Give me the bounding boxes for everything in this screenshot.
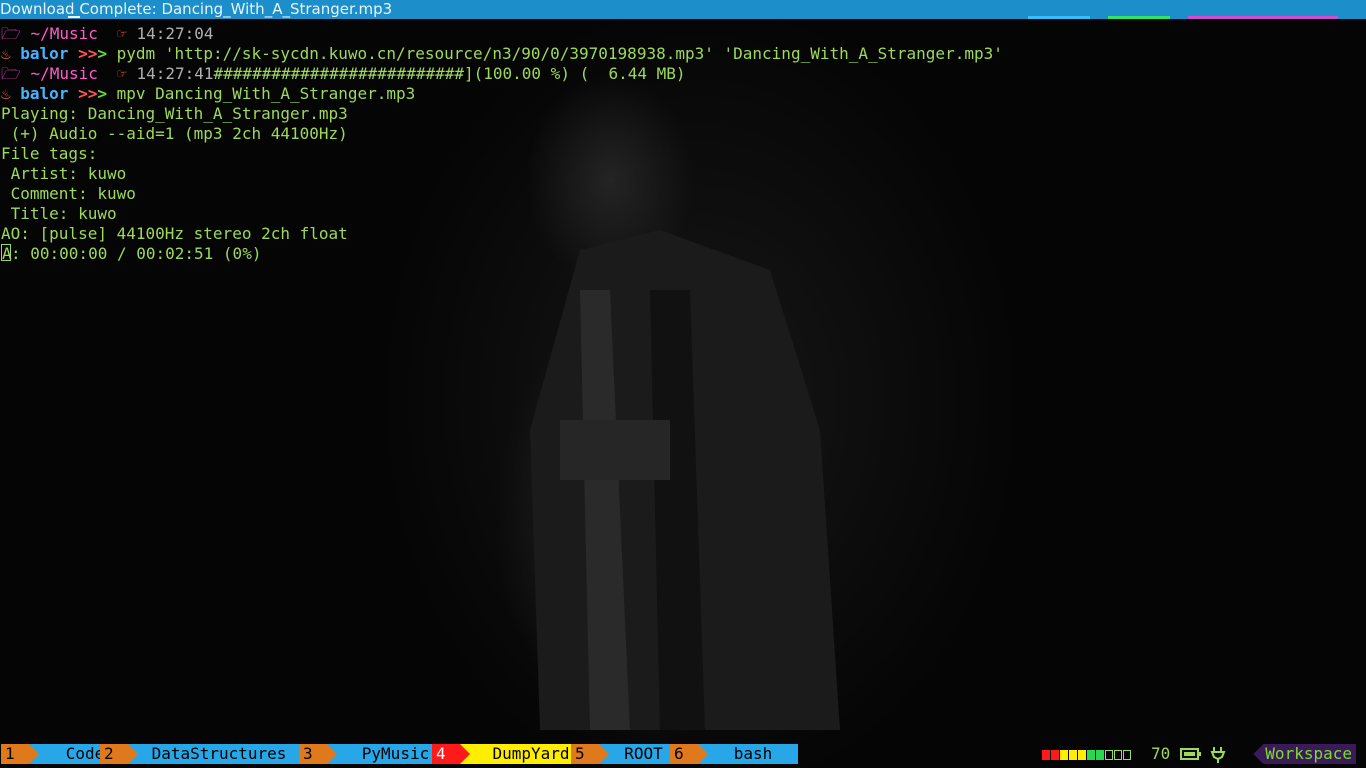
folder-icon: 🗁 — [1, 64, 21, 83]
prompt-time: 14:27:41 — [136, 64, 214, 83]
prompt-user: balor — [20, 84, 69, 103]
output-line: File tags: — [1, 144, 98, 163]
workspace-separator — [599, 744, 609, 764]
folder-icon: 🗁 — [1, 24, 21, 43]
playback-status: : 00:00:00 / 00:02:51 (0%) — [11, 244, 262, 263]
workspace-tab-root[interactable]: 5 ROOT — [571, 744, 678, 764]
flame-icon: ♨ — [1, 44, 11, 63]
title-underline — [68, 16, 80, 18]
workspace-tab-bash[interactable]: 6 bash — [670, 744, 798, 764]
volume-meter-segment — [1105, 749, 1113, 760]
prompt-path: ~/Music — [30, 24, 98, 43]
workspace-separator — [698, 744, 708, 764]
command-line: ♨ balor >>> pydm 'http://sk-sycdn.kuwo.c… — [1, 44, 1366, 64]
prompt-arrow-last: > — [97, 84, 107, 103]
prompt-arrow-last: > — [97, 44, 107, 63]
volume-meter-segment — [1060, 749, 1068, 760]
playback-status-line: A: 00:00:00 / 00:02:51 (0%) — [1, 244, 1366, 264]
pointing-hand-icon: ☞ — [117, 24, 127, 43]
status-bar: 1 Code 2 DataStructures 3 PyMusic 4 DumpYard 5 RO… — [0, 744, 1366, 764]
workspace-number: 2 — [100, 744, 128, 764]
workspace-name: ROOT — [609, 744, 678, 764]
volume-meter-segment — [1069, 749, 1077, 760]
window-title: Download Complete: Dancing_With_A_Strang… — [0, 0, 393, 18]
workspace-separator — [29, 744, 39, 764]
workspace-number: 5 — [571, 744, 599, 764]
volume-meter-segment — [1123, 749, 1131, 760]
volume-meter-segment — [1087, 749, 1095, 760]
workspace-number: 4 — [432, 744, 460, 764]
volume-value: 70 — [1151, 744, 1171, 763]
workspace-separator — [460, 744, 470, 764]
volume-meter-segment — [1096, 749, 1104, 760]
workspace-separator — [327, 744, 337, 764]
window-title-bar[interactable]: Download Complete: Dancing_With_A_Strang… — [0, 0, 1366, 19]
command-text: mpv Dancing_With_A_Stranger.mp3 — [116, 84, 416, 103]
pointing-hand-icon: ☞ — [117, 64, 127, 83]
output-line: (+) Audio --aid=1 (mp3 2ch 44100Hz) — [1, 124, 348, 143]
volume-meter[interactable] — [1042, 744, 1132, 764]
output-line: Artist: kuwo — [1, 164, 127, 183]
workspace-number: 1 — [1, 744, 29, 764]
workspace-separator — [128, 744, 138, 764]
terminal-cursor: A — [1, 244, 12, 263]
terminal-output[interactable]: 🗁 ~/Music ☞ 14:27:04 ♨ balor >>> pydm 'h… — [1, 24, 1366, 264]
prompt-path: ~/Music — [30, 64, 98, 83]
prompt-arrows: >> — [78, 84, 98, 103]
workspace-tab-pymusic[interactable]: 3 PyMusic — [299, 744, 454, 764]
title-accents — [1028, 16, 1338, 19]
workspace-number: 3 — [299, 744, 327, 764]
volume-meter-segment — [1042, 749, 1050, 760]
workspace-name: bash — [708, 744, 798, 764]
command-text: pydm 'http://sk-sycdn.kuwo.cn/resource/n… — [116, 44, 1003, 63]
plug-icon[interactable] — [1210, 744, 1226, 764]
command-line: ♨ balor >>> mpv Dancing_With_A_Stranger.… — [1, 84, 1366, 104]
output-line: Comment: kuwo — [1, 184, 136, 203]
workspace-tab-datastructures[interactable]: 2 DataStructures — [100, 744, 300, 764]
flame-icon: ♨ — [1, 84, 11, 103]
workspace-name: DataStructures — [138, 744, 300, 764]
output-line: AO: [pulse] 44100Hz stereo 2ch float — [1, 224, 348, 243]
prompt-line: 🗁 ~/Music ☞ 14:27:04 — [1, 24, 1366, 44]
battery-icon[interactable] — [1180, 744, 1202, 764]
prompt-time: 14:27:04 — [136, 24, 214, 43]
prompt-line: 🗁 ~/Music ☞ 14:27:41####################… — [1, 64, 1366, 84]
volume-meter-segment — [1051, 749, 1059, 760]
workspace-tab-dumpyard[interactable]: 4 DumpYard — [432, 744, 592, 764]
prompt-user: balor — [20, 44, 69, 63]
workspace-number: 6 — [670, 744, 698, 764]
download-progress: ##########################](100.00 %) ( … — [213, 64, 686, 83]
wallpaper-figure — [530, 230, 840, 730]
output-line: Title: kuwo — [1, 204, 117, 223]
prompt-arrows: >> — [78, 44, 98, 63]
output-line: Playing: Dancing_With_A_Stranger.mp3 — [1, 104, 348, 123]
volume-meter-segment — [1114, 749, 1122, 760]
workspace-indicator[interactable]: Workspace — [1253, 744, 1356, 764]
volume-meter-segment — [1078, 749, 1086, 760]
